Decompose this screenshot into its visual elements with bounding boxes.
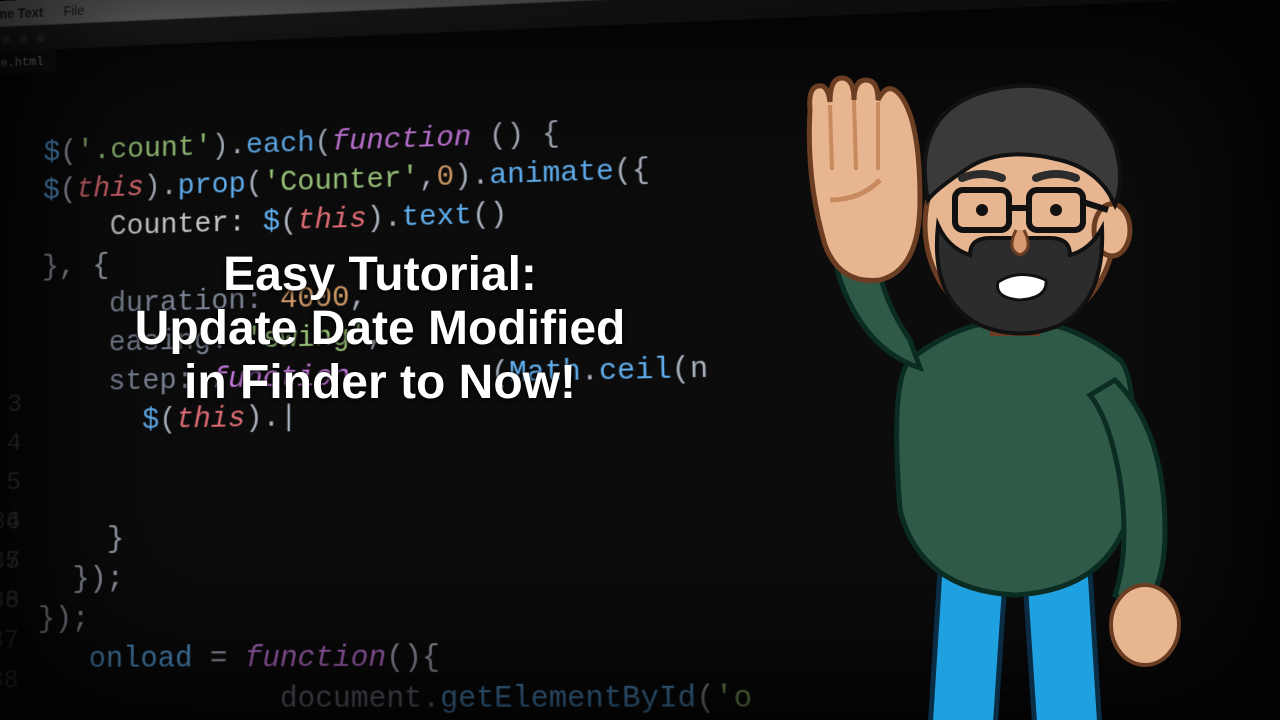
tab-label: e.html [0,54,43,70]
tok: this [297,203,366,238]
tok: ( [315,127,332,161]
tok: ({ [614,154,651,189]
traffic-light-min-icon [18,33,28,44]
line-no: 4 [0,423,22,463]
tok: = [192,642,244,677]
tok: (){ [386,641,440,676]
tok: this [76,172,144,207]
line-no: 3 [0,385,22,425]
video-frame: me Text File e.html 3 4 5 6 7 8 84 85 86… [0,0,1280,720]
line-no: 86 [0,581,20,621]
waving-hand-icon [809,78,920,281]
tok: $ [43,137,60,170]
tok: 0 [436,161,454,195]
tok: Counter: [42,206,263,246]
traffic-light-max-icon [36,32,46,43]
tok: document. [37,682,441,717]
tok: , [419,162,437,196]
title-line: Easy Tutorial: [100,248,660,302]
line-gutter-lower: 84 85 86 87 88 [0,502,30,720]
line-no: 5 [0,463,21,503]
tok: $ [263,206,280,240]
menu-file: File [63,2,84,18]
tok: animate [489,155,614,193]
tok: }); [38,603,90,637]
headline-title: Easy Tutorial: Update Date Modified in F… [100,248,660,409]
tok: (n [671,353,708,388]
tok: each [246,127,315,162]
tok: text [402,200,473,236]
line-no: 87 [0,620,19,660]
tok: () { [471,118,560,154]
tok: prop [178,168,246,203]
tok: ). [454,160,490,194]
tok [40,405,142,440]
tok [37,643,89,677]
tok: ). [144,171,178,205]
tok: onload [89,642,193,677]
tok: getElementById [440,681,696,717]
tok: }); [38,563,124,598]
presenter-svg [770,50,1250,720]
tok: ( [280,205,297,239]
tok: ( [60,174,77,207]
tok: ). [367,202,402,236]
app-name: me Text [0,4,43,21]
line-no: 85 [0,541,20,581]
tok: ( [60,136,77,169]
line-no: 84 [0,502,21,542]
tok: function [245,641,387,676]
line-no: 88 [0,660,18,700]
cartoon-presenter [770,50,1250,720]
tok: 'Counter' [263,162,419,200]
tok: function [332,121,472,159]
tok: ). [212,130,246,164]
traffic-light-close-icon [1,34,11,45]
tok: 'o [714,681,752,717]
tok: } [39,523,125,558]
title-line: Update Date Modified [100,302,660,356]
tok: () [472,198,508,233]
tok: ( [246,168,263,201]
tok: ( [696,681,715,717]
editor-tab: e.html [0,49,57,75]
tok: '.count' [77,131,212,168]
tok: $ [43,175,60,208]
title-line: in Finder to Now! [100,356,660,410]
